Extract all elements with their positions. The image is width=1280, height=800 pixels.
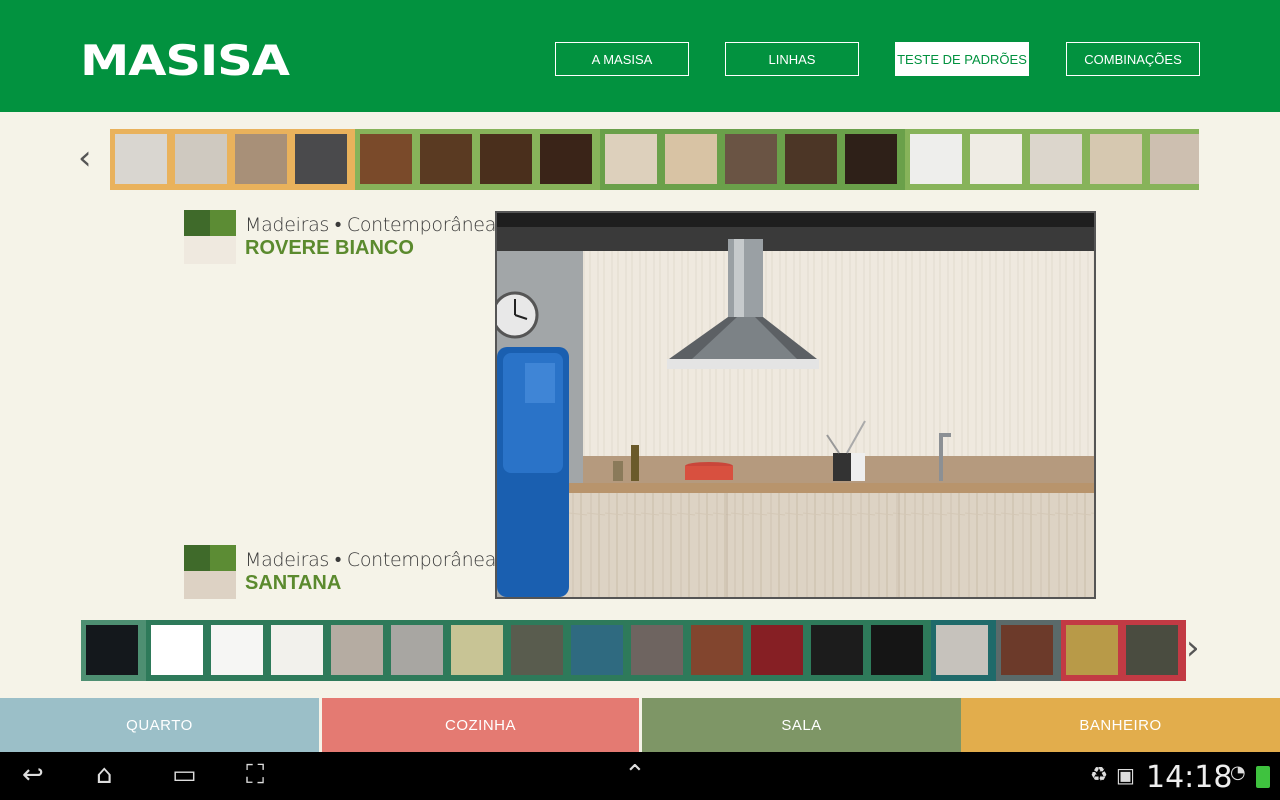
- nav-teste-de-padroes[interactable]: TESTE DE PADRÕES: [895, 42, 1029, 76]
- top-swatch[interactable]: [665, 134, 717, 184]
- top-group-0: [110, 129, 355, 190]
- top-swatch[interactable]: [540, 134, 592, 184]
- selected-top-pattern: Madeiras • Contemporâneas ROVERE BIANCO: [184, 210, 506, 266]
- bottom-group-0: [81, 620, 146, 681]
- bottom-group-4: [1061, 620, 1186, 681]
- top-swatch[interactable]: [1030, 134, 1082, 184]
- battery-icon: [1256, 766, 1270, 788]
- status-clock: 14:18: [1146, 760, 1233, 795]
- back-icon[interactable]: ↩: [22, 760, 44, 790]
- top-swatch[interactable]: [725, 134, 777, 184]
- bottom-swatch[interactable]: [936, 625, 988, 675]
- top-swatch-strip: [110, 129, 1199, 190]
- bottom-swatch[interactable]: [151, 625, 203, 675]
- android-system-bar: ↩ ⌂ ▭ ⛶ ⌃ ♻ ▣ 14:18 ◔: [0, 752, 1280, 800]
- recycle-icon: ♻: [1090, 762, 1108, 786]
- app-header: MASISA A MASISA LINHAS TESTE DE PADRÕES …: [0, 0, 1280, 112]
- top-group-3: [905, 129, 1199, 190]
- top-group-2: [600, 129, 905, 190]
- bottom-swatch[interactable]: [871, 625, 923, 675]
- bottom-swatch[interactable]: [1066, 625, 1118, 675]
- bottom-swatch[interactable]: [271, 625, 323, 675]
- bottom-swatch[interactable]: [211, 625, 263, 675]
- nav-a-masisa[interactable]: A MASISA: [555, 42, 689, 76]
- bottom-swatch[interactable]: [451, 625, 503, 675]
- nav-combinacoes[interactable]: COMBINAÇÕES: [1066, 42, 1200, 76]
- top-swatch[interactable]: [115, 134, 167, 184]
- top-swatch[interactable]: [1150, 134, 1199, 184]
- top-swatch[interactable]: [420, 134, 472, 184]
- category-quarto[interactable]: QUARTO: [0, 698, 319, 752]
- up-chevron-icon[interactable]: ⌃: [624, 760, 646, 790]
- top-swatch[interactable]: [910, 134, 962, 184]
- top-swatch[interactable]: [480, 134, 532, 184]
- next-arrow-icon[interactable]: ›: [1186, 628, 1200, 668]
- bottom-swatch[interactable]: [511, 625, 563, 675]
- bottom-pattern-name: SANTANA: [245, 572, 342, 594]
- kitchen-preview-image: [495, 211, 1096, 599]
- bottom-swatch[interactable]: [811, 625, 863, 675]
- top-swatch[interactable]: [295, 134, 347, 184]
- bottom-group-1: [146, 620, 931, 681]
- bottom-swatch[interactable]: [86, 625, 138, 675]
- bottom-swatch[interactable]: [631, 625, 683, 675]
- top-swatch[interactable]: [845, 134, 897, 184]
- wifi-icon: ◔: [1230, 762, 1246, 783]
- top-swatch[interactable]: [360, 134, 412, 184]
- bottom-pattern-line: Madeiras • Contemporâneas: [245, 549, 506, 571]
- bottom-group-3: [996, 620, 1061, 681]
- bottom-swatch[interactable]: [1126, 625, 1178, 675]
- category-cozinha[interactable]: COZINHA: [322, 698, 639, 752]
- masisa-logo[interactable]: MASISA: [80, 36, 290, 85]
- bottom-swatch-strip: [81, 620, 1186, 681]
- top-swatch[interactable]: [970, 134, 1022, 184]
- image-icon: ▣: [1116, 763, 1135, 787]
- selected-bottom-pattern: Madeiras • Contemporâneas SANTANA: [184, 545, 506, 601]
- top-pattern-thumbnail: [184, 210, 236, 264]
- top-swatch[interactable]: [175, 134, 227, 184]
- top-pattern-line: Madeiras • Contemporâneas: [245, 214, 506, 236]
- bottom-swatch[interactable]: [691, 625, 743, 675]
- bottom-swatch[interactable]: [1001, 625, 1053, 675]
- bottom-swatch[interactable]: [751, 625, 803, 675]
- bottom-swatch[interactable]: [331, 625, 383, 675]
- top-group-1: [355, 129, 600, 190]
- home-icon[interactable]: ⌂: [96, 760, 113, 790]
- nav-linhas[interactable]: LINHAS: [725, 42, 859, 76]
- top-swatch[interactable]: [785, 134, 837, 184]
- prev-arrow-icon[interactable]: ‹: [78, 138, 92, 178]
- bottom-pattern-thumbnail: [184, 545, 236, 599]
- recent-apps-icon[interactable]: ▭: [172, 760, 197, 790]
- bottom-swatch[interactable]: [571, 625, 623, 675]
- bottom-swatch[interactable]: [391, 625, 443, 675]
- top-pattern-name: ROVERE BIANCO: [245, 237, 414, 259]
- top-swatch[interactable]: [235, 134, 287, 184]
- kitchen-illustration: [497, 213, 1094, 597]
- bottom-group-2: [931, 620, 996, 681]
- category-sala[interactable]: SALA: [642, 698, 961, 752]
- screenshot-icon[interactable]: ⛶: [246, 760, 264, 791]
- category-banheiro[interactable]: BANHEIRO: [961, 698, 1280, 752]
- top-swatch[interactable]: [1090, 134, 1142, 184]
- top-swatch[interactable]: [605, 134, 657, 184]
